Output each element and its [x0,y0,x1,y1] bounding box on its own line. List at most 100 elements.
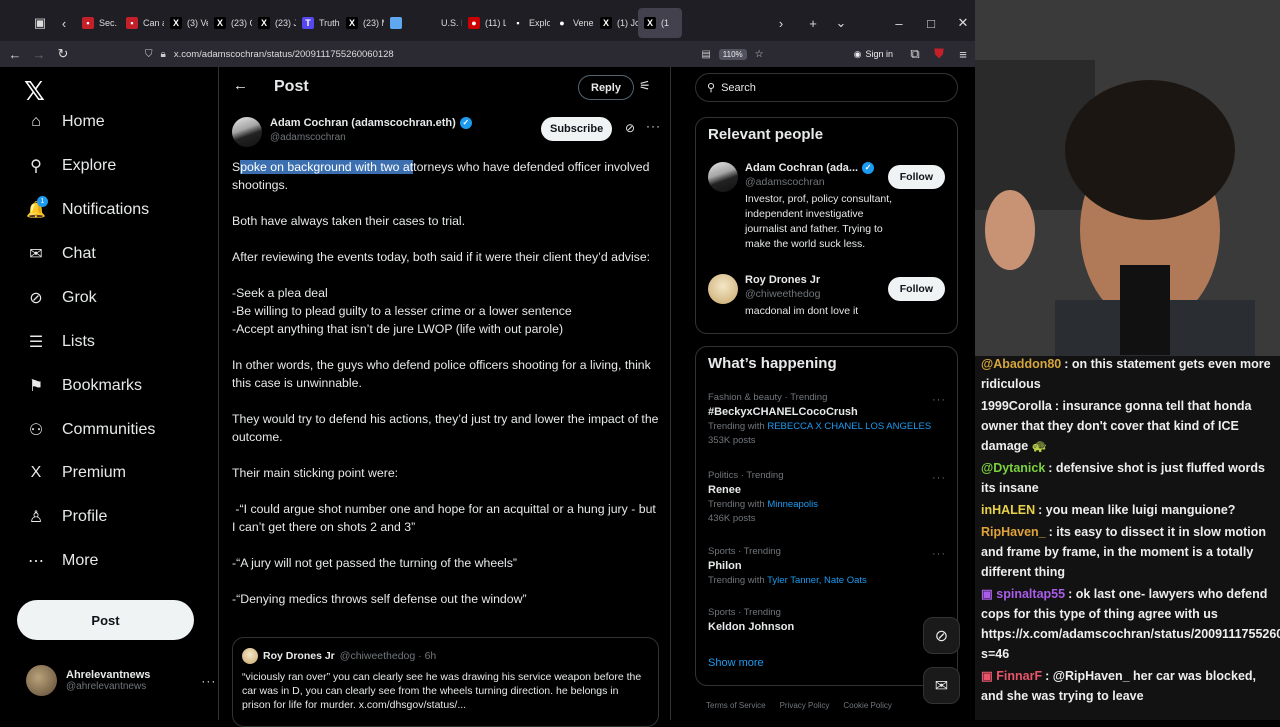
forward-arrow-icon[interactable]: → [27,47,51,62]
trend-item[interactable]: Sports · Trending Philon Trending with Tyl… [708,546,948,586]
tab-label: Explor [529,18,550,28]
reader-view-icon[interactable]: ▤ [701,49,710,60]
more-options-icon[interactable]: ··· [646,119,661,133]
sidebar-item-bookmarks[interactable]: ⚑ Bookmarks [26,376,142,396]
tab-scroll-left-icon[interactable]: ‹ [52,16,76,31]
reply-button[interactable]: Reply [578,75,634,100]
browser-tab[interactable]: ▪ Sec. 1 [76,8,120,38]
browser-tab[interactable]: X (1 [638,8,682,38]
chat-message: ▣ spinaltap55: ok last one- lawyers who … [981,584,1280,664]
sidebar-item-explore[interactable]: ⚲ Explore [26,156,116,176]
lists-icon: ☰ [28,334,44,351]
trend-category: Sports · Trending [708,607,781,618]
maximize-icon[interactable]: □ [919,16,943,31]
zoom-level[interactable]: 110% [718,48,747,60]
post-author[interactable]: Adam Cochran (adamscochran.eth) ✓ @adams… [232,117,472,147]
more-options-icon[interactable]: ··· [201,674,216,688]
trend-item[interactable]: Sports · Trending Keldon Johnson [708,607,948,633]
sidebar-item-more[interactable]: ⋯ More [26,551,98,571]
communities-icon: ⚇ [28,422,44,439]
sidebar-item-lists[interactable]: ☰ Lists [26,332,95,352]
follow-button[interactable]: Follow [887,165,945,189]
follow-button[interactable]: Follow [887,277,945,301]
whats-happening-card: What’s happening Fashion & beauty · Tren… [695,346,958,686]
relevant-people-card: Relevant people Adam Cochran (ada... ✓ @ad… [695,117,958,334]
grok-icon[interactable]: ⊘ [923,617,960,654]
reload-icon[interactable]: ↻ [51,46,75,62]
browser-tab[interactable]: X (23) M [340,8,384,38]
trend-category: Politics · Trending [708,470,784,481]
sliders-icon[interactable]: ⚟ [639,78,651,94]
sidebar-item-grok[interactable]: ⊘ Grok [26,288,96,308]
premium-icon: X [30,464,42,481]
tab-label: (23) M [363,18,384,28]
browser-tab[interactable]: ▪ Can a [120,8,164,38]
menu-icon[interactable]: ≡ [951,47,975,62]
sidebar-item-notifications[interactable]: 🔔 Notifications 1 [26,196,149,220]
browser-tab[interactable] [384,8,418,38]
footer-link[interactable]: Privacy Policy [780,701,830,710]
new-tab-icon[interactable]: + [801,16,825,31]
browser-tab[interactable]: X (1) Jo [594,8,638,38]
trending-with-link[interactable]: Minneapolis [767,499,818,510]
trend-category: Sports · Trending [708,546,781,557]
browser-tab[interactable]: X (3) Ve [164,8,208,38]
account-name: Ahrelevantnews [66,669,151,681]
browser-tab[interactable]: U.S. Ia [418,8,462,38]
trend-item[interactable]: Fashion & beauty · Trending #BeckyxCHANEL… [708,392,948,446]
author-handle[interactable]: @adamscochran [270,132,472,143]
avatar[interactable] [708,162,738,192]
browser-tab[interactable]: ▪ Explor [506,8,550,38]
tab-list-icon[interactable]: ▣ [28,15,52,31]
post-paragraph: Spoke on background with two attorneys w… [232,158,662,194]
browser-tab[interactable]: ● Venez [550,8,594,38]
chat-username: RipHaven_ [981,525,1046,539]
sidebar-item-profile[interactable]: ♙ Profile [26,507,108,527]
grok-icon[interactable]: ⊘ [625,121,635,135]
show-more-link[interactable]: Show more [708,657,764,669]
post-button[interactable]: Post [17,600,194,640]
trend-name: #BeckyxCHANELCocoCrush [708,406,858,418]
more-options-icon[interactable]: ··· [932,472,946,484]
browser-tab[interactable]: T Truth [296,8,340,38]
bookmark-star-icon[interactable]: ☆ [755,49,764,60]
search-input[interactable]: ⚲ Search [695,73,958,102]
browser-tab[interactable]: X (23) C [208,8,252,38]
avatar [242,648,258,664]
back-arrow-icon[interactable]: ← [3,47,27,62]
trending-with-link[interactable]: Tyler Tanner, Nate Oats [767,575,867,586]
more-options-icon[interactable]: ··· [932,394,946,406]
live-chat: @Abaddon80: on this statement gets even … [975,356,1280,720]
more-options-icon[interactable]: ··· [932,548,946,560]
chat-username: @Dytanick [981,461,1046,475]
browser-tab[interactable]: X (23) Ja [252,8,296,38]
sidebar-item-home[interactable]: ⌂ Home [26,112,105,132]
account-switcher[interactable]: Ahrelevantnews @ahrelevantnews ··· [26,665,216,696]
subscribe-button[interactable]: Subscribe [541,117,613,141]
url-bar[interactable]: ⛉ 🔒︎ x.com/adamscochran/status/200911175… [145,48,764,60]
sign-in-button[interactable]: ◉ Sign in [854,49,893,60]
browser-tab[interactable]: ● (11) Li [462,8,506,38]
quote-author-name: Roy Drones Jr [263,650,335,662]
footer-link[interactable]: Terms of Service [706,701,766,710]
close-window-icon[interactable]: ✕ [951,15,975,31]
footer-link[interactable]: Cookie Policy [843,701,891,710]
sidebar-item-premium[interactable]: X Premium [26,463,126,483]
sidebar-item-chat[interactable]: ✉ Chat [26,244,96,264]
avatar[interactable] [232,117,262,147]
quoted-post[interactable]: Roy Drones Jr @chiweethedog · 6h “viciou… [232,637,659,727]
trending-with-link[interactable]: REBECCA X CHANEL LOS ANGELES [767,421,931,432]
sidebar-item-communities[interactable]: ⚇ Communities [26,420,156,440]
trend-item[interactable]: Politics · Trending Renee Trending with Mi… [708,470,948,524]
messages-icon[interactable]: ✉ [923,667,960,704]
author-name[interactable]: Adam Cochran (adamscochran.eth) [270,117,456,129]
back-arrow-icon[interactable]: ← [233,77,248,94]
ublock-icon[interactable]: ⛊ [927,46,951,62]
tab-scroll-right-icon[interactable]: › [769,16,793,31]
x-logo-icon[interactable]: 𝕏 [24,77,45,107]
tab-menu-icon[interactable]: ⌄ [829,15,853,31]
post-paragraph: They would try to defend his actions, th… [232,412,662,444]
minimize-icon[interactable]: – [887,16,911,31]
extensions-icon[interactable]: ⧉ [903,46,927,62]
avatar[interactable] [708,274,738,304]
